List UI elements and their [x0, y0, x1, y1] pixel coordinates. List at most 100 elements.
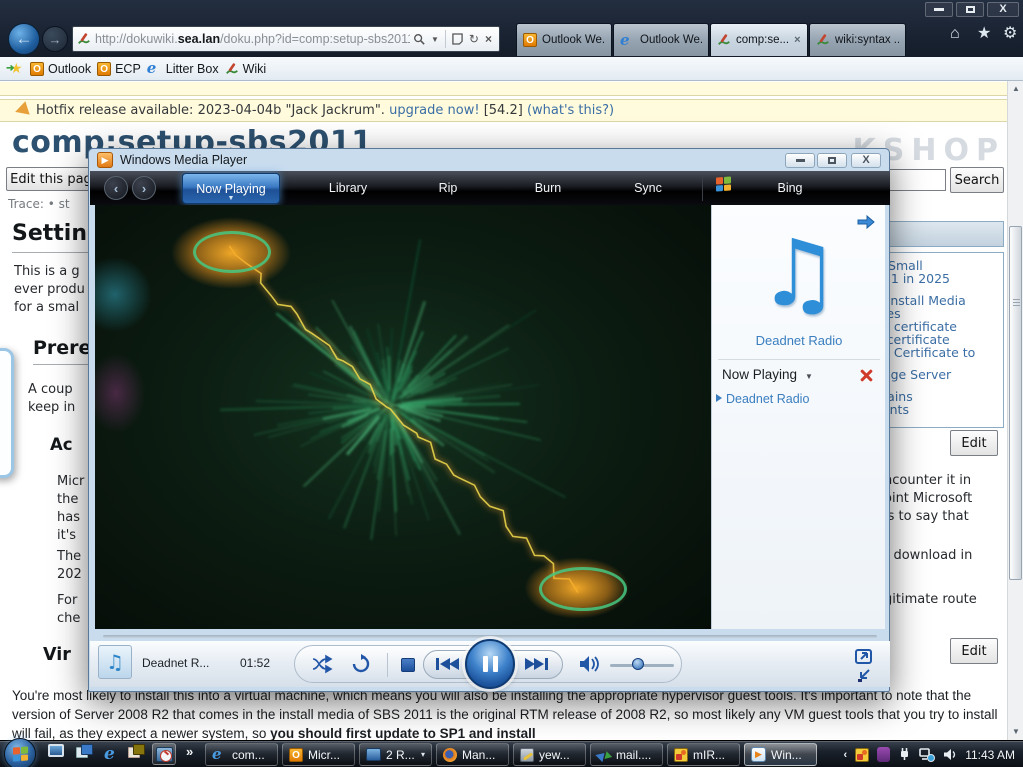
- favorite-outlook[interactable]: O Outlook: [30, 62, 91, 76]
- favorite-litter-box[interactable]: e Litter Box: [147, 61, 219, 76]
- pause-button[interactable]: [465, 639, 515, 689]
- paragraph-fragment: is to say that: [884, 509, 969, 524]
- previous-button[interactable]: [435, 656, 461, 672]
- system-tray: ‹ 11:43 AM: [844, 741, 1015, 767]
- wmp-titlebar[interactable]: ▶ Windows Media Player: [89, 149, 889, 171]
- taskbar-button-wmp[interactable]: ▶ Win...: [744, 743, 817, 766]
- favorites-bar: ★ ➜ O Outlook O ECP e Litter Box Wiki: [0, 57, 1023, 81]
- wmp-tab-bing[interactable]: Bing: [750, 181, 830, 195]
- favorite-ecp[interactable]: O ECP: [97, 62, 141, 76]
- taskbar-button-firefox[interactable]: Man...: [436, 743, 509, 766]
- forward-button[interactable]: →: [42, 26, 68, 52]
- wmp-tab-now-playing[interactable]: Now Playing ▼: [182, 173, 280, 204]
- seek-bar[interactable]: [103, 635, 877, 638]
- next-button[interactable]: [523, 656, 549, 672]
- stop-icon[interactable]: ×: [485, 32, 492, 46]
- megaphone-icon: [6, 101, 29, 120]
- quicklaunch-overflow-chevron[interactable]: »: [186, 744, 193, 759]
- scrollbar-thumb[interactable]: [1009, 226, 1022, 580]
- back-button[interactable]: ←: [8, 23, 40, 55]
- section-edit-button[interactable]: Edit: [950, 638, 998, 664]
- shuffle-icon[interactable]: [311, 654, 333, 674]
- hotfix-notice-bar: Hotfix release available: 2023-04-04b "J…: [0, 99, 1007, 122]
- media-clock-app-icon[interactable]: [152, 743, 176, 765]
- volume-thumb[interactable]: [632, 658, 644, 670]
- tray-expand-chevron[interactable]: ‹: [844, 749, 848, 761]
- mute-speaker-icon[interactable]: [579, 655, 599, 673]
- favorites-star-icon[interactable]: ★: [977, 26, 991, 42]
- playlist-dropdown[interactable]: Now Playing▼: [722, 367, 813, 382]
- wmp-tab-rip[interactable]: Rip: [408, 181, 488, 195]
- whats-this-link[interactable]: (what's this?): [527, 103, 614, 118]
- taskbar-button-ie[interactable]: e com...: [205, 743, 278, 766]
- ie-quicklaunch-icon[interactable]: e: [104, 744, 115, 764]
- windows-flag-icon: [13, 746, 28, 761]
- taskbar-button-outlook[interactable]: O Micr...: [282, 743, 355, 766]
- sidebar-edit-button[interactable]: Edit: [950, 430, 998, 456]
- power-plug-icon[interactable]: [898, 747, 911, 762]
- add-favorite-icon[interactable]: ★ ➜: [8, 61, 24, 76]
- browser-restore-button[interactable]: [956, 2, 984, 17]
- wmp-forward-icon[interactable]: ›: [132, 176, 156, 200]
- wmp-tab-burn[interactable]: Burn: [508, 181, 588, 195]
- mirc-tray-icon[interactable]: [855, 748, 869, 762]
- page-scrollbar[interactable]: ▲ ▼: [1007, 81, 1023, 740]
- home-icon[interactable]: ⌂: [950, 26, 960, 42]
- wiki-icon: [717, 33, 731, 47]
- favorite-wiki[interactable]: Wiki: [225, 62, 267, 76]
- wmp-restore-button[interactable]: [817, 153, 847, 168]
- compatibility-view-icon[interactable]: [452, 33, 463, 45]
- address-bar[interactable]: http://dokuwiki.sea.lan/doku.php?id=comp…: [72, 26, 500, 52]
- wmp-tab-sync[interactable]: Sync: [608, 181, 688, 195]
- wmp-close-button[interactable]: X: [851, 153, 881, 168]
- ie-icon: e: [147, 61, 162, 76]
- wiki-favicon: [77, 32, 91, 46]
- window-switcher-icon[interactable]: [76, 744, 92, 758]
- firefox-icon: [443, 748, 457, 762]
- show-desktop-icon[interactable]: [48, 744, 64, 757]
- fullscreen-icon[interactable]: [855, 649, 872, 664]
- switch-to-library-icon[interactable]: [856, 668, 874, 683]
- search-dropdown-icon[interactable]: ▼: [431, 35, 439, 44]
- taskbar-button-yew[interactable]: yew...: [513, 743, 586, 766]
- taskbar-clock[interactable]: 11:43 AM: [965, 748, 1015, 762]
- taskbar-button-remote-group[interactable]: 2 R... ▾: [359, 743, 432, 766]
- station-link[interactable]: Deadnet Radio: [712, 333, 886, 348]
- browser-close-button[interactable]: X: [987, 2, 1019, 17]
- album-art: ♫: [98, 645, 132, 679]
- upgrade-now-link[interactable]: upgrade now!: [389, 103, 479, 118]
- favorite-label: Outlook: [48, 62, 91, 76]
- outlook-icon: O: [30, 62, 44, 76]
- windows-flag-icon: [716, 176, 731, 191]
- outlook-icon: O: [97, 62, 111, 76]
- paragraph: Forche: [57, 592, 80, 628]
- tab-close-icon[interactable]: ×: [794, 34, 800, 46]
- repeat-icon[interactable]: [351, 654, 371, 674]
- tab-comp-setup-active[interactable]: comp:se... ×: [710, 23, 808, 56]
- clear-list-icon[interactable]: [859, 368, 873, 382]
- search-icon[interactable]: [413, 33, 425, 45]
- refresh-icon[interactable]: ↻: [469, 32, 479, 46]
- sidebar-toc-links[interactable]: ft Small011 in 2025 e Install MediainesS…: [875, 259, 975, 416]
- browser-minimize-button[interactable]: [925, 2, 953, 17]
- wmp-tab-library[interactable]: Library: [308, 181, 388, 195]
- playlist-item[interactable]: Deadnet Radio: [726, 392, 809, 406]
- tab-outlook-web-2[interactable]: e Outlook We...: [613, 23, 709, 56]
- start-button[interactable]: [4, 738, 36, 767]
- search-button[interactable]: Search: [950, 167, 1004, 193]
- scroll-up-icon[interactable]: ▲: [1008, 81, 1023, 97]
- wmp-back-icon[interactable]: ‹: [104, 176, 128, 200]
- tab-wiki-syntax[interactable]: wiki:syntax ...: [809, 23, 906, 56]
- purple-app-tray-icon[interactable]: [877, 747, 890, 762]
- tools-gear-icon[interactable]: ⚙: [1003, 26, 1017, 42]
- tab-outlook-web-1[interactable]: O Outlook We...: [516, 23, 612, 56]
- scroll-down-icon[interactable]: ▼: [1008, 724, 1023, 740]
- volume-tray-icon[interactable]: [943, 748, 957, 761]
- stop-button[interactable]: [401, 658, 415, 672]
- network-tray-icon[interactable]: [919, 748, 935, 762]
- taskbar-button-mail[interactable]: mail....: [590, 743, 663, 766]
- taskbar-button-mirc[interactable]: mIR...: [667, 743, 740, 766]
- elapsed-time: 01:52: [240, 656, 270, 670]
- network-computers-icon[interactable]: [128, 744, 144, 758]
- wmp-minimize-button[interactable]: [785, 153, 815, 168]
